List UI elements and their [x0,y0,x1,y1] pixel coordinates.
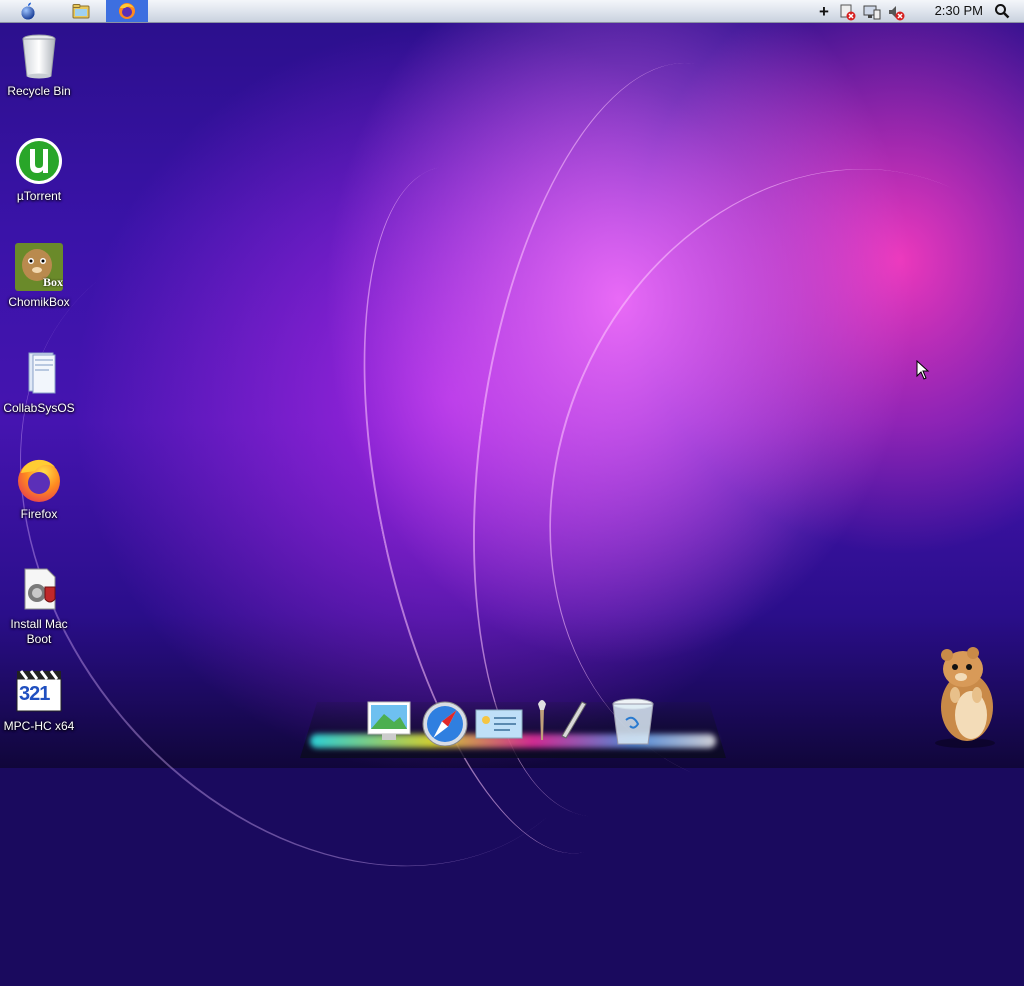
monitor-icon[interactable] [863,4,881,21]
desktop-icon-chomikbox[interactable]: Box ChomikBox [1,243,77,310]
add-icon[interactable]: + [815,2,833,22]
mpc-hc-icon: 321 [15,667,63,715]
search-icon [995,4,1010,19]
dock [300,690,726,762]
folder-icon [72,4,90,19]
recycle-bin-icon [15,32,63,80]
installer-icon [15,565,63,613]
spotlight-search-button[interactable] [994,3,1010,24]
apple-icon [21,2,35,20]
safari-icon [422,701,468,747]
dock-item-safari[interactable] [420,690,470,747]
chomikbox-icon: Box [15,243,63,291]
mouse-cursor-icon [916,360,930,380]
desktop-icon-label: Firefox [20,507,58,521]
desktop-icon-label: ChomikBox [8,295,70,309]
firefox-task-button[interactable] [106,0,148,22]
dock-item-preview[interactable] [474,690,524,746]
photo-viewer-icon [367,701,411,740]
desktop-icon-mpc-hc[interactable]: 321 MPC-HC x64 [1,667,77,734]
apple-menu-button[interactable] [0,0,56,22]
desktop-icon-label: µTorrent [16,189,62,203]
file-manager-button[interactable] [56,0,106,22]
dock-item-brush[interactable] [526,690,556,746]
desktop-icon-utorrent[interactable]: µTorrent [1,137,77,204]
utorrent-icon [15,137,63,185]
desktop-wallpaper [0,0,1024,986]
desktop-icon-firefox[interactable]: Firefox [1,455,77,522]
chomikbox-badge: Box [42,275,63,289]
desktop-icon-label: CollabSysOS [3,401,75,415]
volume-muted-icon[interactable] [887,4,905,21]
desktop-icon-recycle-bin[interactable]: Recycle Bin [1,32,77,99]
network-error-icon[interactable] [839,4,857,21]
desktop-icon-install-mac-boot[interactable]: Install Mac Boot [1,565,77,647]
trash-icon [612,698,654,745]
mpc-hc-badge: 321 [19,683,50,705]
document-folder-icon [15,349,63,397]
dock-item-photo-viewer[interactable] [364,690,414,746]
dock-item-pen[interactable] [556,690,590,746]
top-menu-bar: + 2:30 PM [0,0,1024,23]
desktop-icon-collabsysos[interactable]: CollabSysOS [1,349,77,416]
menubar-clock[interactable]: 2:30 PM [935,3,983,18]
firefox-icon [119,3,135,19]
dock-item-trash[interactable] [608,690,658,746]
firefox-icon [15,455,63,503]
desktop-icon-label: MPC-HC x64 [3,719,75,733]
hamster-desktop-pet[interactable] [925,645,1005,750]
preview-icon [475,709,523,739]
system-tray: + [815,2,905,22]
brush-icon [538,700,546,740]
desktop-icon-label: Recycle Bin [7,84,71,98]
desktop-icon-label: Install Mac Boot [10,617,68,646]
pen-icon [561,701,587,739]
